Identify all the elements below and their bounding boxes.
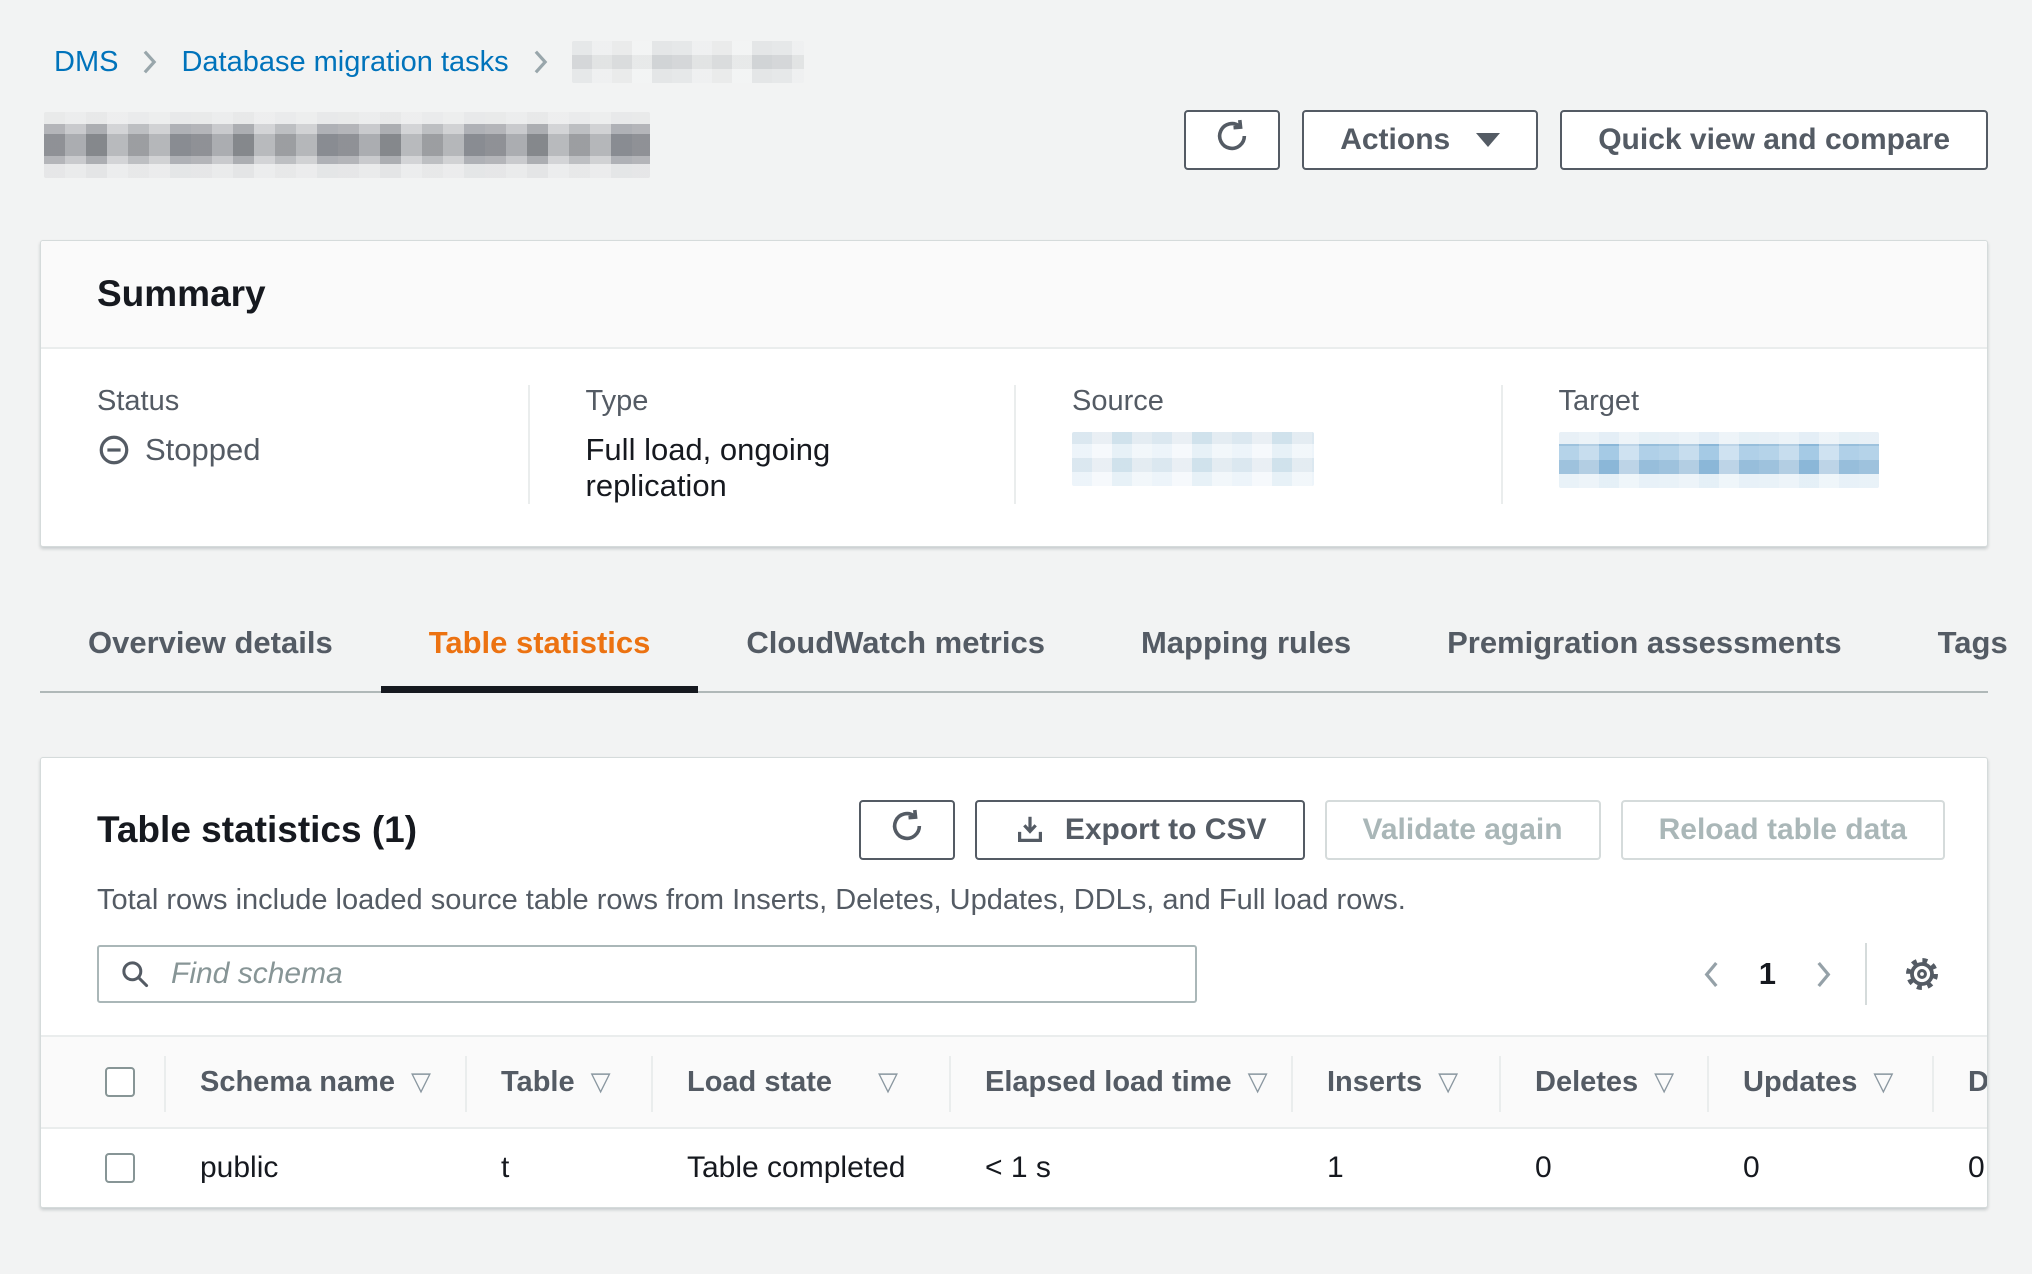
- caret-down-icon: [1476, 133, 1500, 147]
- select-all-checkbox[interactable]: [105, 1067, 135, 1097]
- status-value: Stopped: [97, 432, 472, 468]
- summary-card-header: Summary: [41, 241, 1987, 349]
- refresh-table-button[interactable]: [859, 800, 955, 860]
- table-statistics-toolbar: 1: [41, 943, 1987, 1005]
- cell-load-state: Table completed: [651, 1129, 949, 1207]
- cell-table: t: [465, 1129, 651, 1207]
- target-label: Target: [1559, 385, 1932, 418]
- sort-icon[interactable]: ▽: [1438, 1066, 1458, 1097]
- summary-source-field: Source: [1014, 385, 1501, 504]
- refresh-icon: [1213, 117, 1251, 163]
- actions-button[interactable]: Actions: [1302, 110, 1538, 170]
- column-header-schema-name[interactable]: Schema name▽: [164, 1037, 465, 1127]
- table-statistics-table: Schema name▽ Table▽ Load state▽ Elapsed …: [41, 1035, 1987, 1207]
- validate-again-button[interactable]: Validate again: [1325, 800, 1601, 860]
- summary-card: Summary Status Stopped Type Full load,: [40, 240, 1988, 547]
- status-label: Status: [97, 385, 472, 418]
- summary-title: Summary: [97, 273, 266, 314]
- row-checkbox[interactable]: [105, 1153, 135, 1183]
- export-button-label: Export to CSV: [1065, 813, 1267, 847]
- cell-deletes: 0: [1499, 1129, 1707, 1207]
- validate-button-label: Validate again: [1363, 813, 1563, 847]
- chevron-right-icon: [140, 48, 159, 76]
- table-row: public t Table completed < 1 s 1 0 0 0: [41, 1129, 1987, 1207]
- table-statistics-title: Table statistics (1): [97, 809, 417, 851]
- sort-icon[interactable]: ▽: [1654, 1066, 1674, 1097]
- find-schema-input[interactable]: [97, 945, 1197, 1003]
- reload-table-data-button[interactable]: Reload table data: [1621, 800, 1945, 860]
- gear-icon: [1901, 953, 1943, 995]
- status-text: Stopped: [145, 432, 261, 468]
- cell-updates: 0: [1707, 1129, 1932, 1207]
- row-select-cell: [41, 1129, 164, 1207]
- chevron-right-icon: [531, 48, 550, 76]
- column-header-updates[interactable]: Updates▽: [1707, 1037, 1932, 1127]
- sort-icon[interactable]: ▽: [878, 1066, 898, 1097]
- download-icon: [1013, 813, 1047, 847]
- refresh-icon: [888, 807, 926, 853]
- tab-cloudwatch-metrics[interactable]: CloudWatch metrics: [698, 605, 1093, 691]
- sort-icon[interactable]: ▽: [1248, 1066, 1268, 1097]
- schema-search: [97, 945, 1197, 1003]
- previous-page-button[interactable]: [1700, 959, 1723, 990]
- summary-type-field: Type Full load, ongoing replication: [528, 385, 1015, 504]
- summary-status-field: Status Stopped: [41, 385, 528, 504]
- redacted-page-title: [44, 112, 650, 178]
- reload-button-label: Reload table data: [1659, 813, 1907, 847]
- column-header-load-state[interactable]: Load state▽: [651, 1037, 949, 1127]
- table-settings-button[interactable]: [1901, 953, 1943, 995]
- breadcrumb: DMS Database migration tasks: [54, 40, 1988, 84]
- column-header-table[interactable]: Table▽: [465, 1037, 651, 1127]
- stopped-status-icon: [97, 433, 131, 467]
- sort-icon[interactable]: ▽: [1873, 1066, 1893, 1097]
- export-to-csv-button[interactable]: Export to CSV: [975, 800, 1305, 860]
- tab-premigration-assessments[interactable]: Premigration assessments: [1399, 605, 1890, 691]
- quick-view-and-compare-button[interactable]: Quick view and compare: [1560, 110, 1988, 170]
- cell-schema-name: public: [164, 1129, 465, 1207]
- quick-view-button-label: Quick view and compare: [1598, 123, 1950, 157]
- table-statistics-card: Table statistics (1): [40, 757, 1988, 1208]
- column-header-ddls[interactable]: DDLs▽: [1932, 1037, 1987, 1127]
- actions-button-label: Actions: [1340, 123, 1450, 157]
- cell-inserts: 1: [1291, 1129, 1499, 1207]
- pagination: 1: [1700, 943, 1943, 1005]
- dms-task-page: DMS Database migration tasks Actions: [0, 0, 2032, 1274]
- header-buttons: Actions Quick view and compare: [1184, 110, 1988, 170]
- redacted-source-endpoint-link[interactable]: [1072, 432, 1314, 486]
- page-number[interactable]: 1: [1753, 956, 1782, 992]
- breadcrumb-tasks-link[interactable]: Database migration tasks: [181, 46, 508, 79]
- table-statistics-buttons: Export to CSV Validate again Reload tabl…: [859, 800, 1945, 860]
- column-header-elapsed-load-time[interactable]: Elapsed load time▽: [949, 1037, 1291, 1127]
- cell-elapsed-load-time: < 1 s: [949, 1129, 1291, 1207]
- tab-overview-details[interactable]: Overview details: [40, 605, 381, 691]
- type-label: Type: [586, 385, 959, 418]
- pagination-divider: [1865, 943, 1867, 1005]
- column-header-deletes[interactable]: Deletes▽: [1499, 1037, 1707, 1127]
- column-header-inserts[interactable]: Inserts▽: [1291, 1037, 1499, 1127]
- next-page-button[interactable]: [1812, 959, 1835, 990]
- summary-target-field: Target: [1501, 385, 1988, 504]
- tab-tags[interactable]: Tags: [1890, 605, 2032, 691]
- tab-table-statistics[interactable]: Table statistics: [381, 605, 699, 691]
- page-header: Actions Quick view and compare: [40, 106, 1988, 178]
- cell-ddls: 0: [1932, 1129, 1987, 1207]
- table-statistics-description: Total rows include loaded source table r…: [41, 884, 1987, 917]
- task-detail-tabs: Overview details Table statistics CloudW…: [40, 605, 1988, 693]
- summary-body: Status Stopped Type Full load, ongoing r…: [41, 349, 1987, 546]
- type-value: Full load, ongoing replication: [586, 432, 959, 504]
- table-statistics-header: Table statistics (1): [41, 800, 1987, 860]
- breadcrumb-dms-link[interactable]: DMS: [54, 46, 118, 79]
- tab-mapping-rules[interactable]: Mapping rules: [1093, 605, 1399, 691]
- redacted-task-name-crumb: [572, 41, 804, 83]
- source-label: Source: [1072, 385, 1445, 418]
- select-all-cell: [41, 1037, 164, 1127]
- redacted-target-endpoint-link[interactable]: [1559, 432, 1879, 488]
- sort-icon[interactable]: ▽: [591, 1066, 611, 1097]
- sort-icon[interactable]: ▽: [411, 1066, 431, 1097]
- refresh-button[interactable]: [1184, 110, 1280, 170]
- table-header-row: Schema name▽ Table▽ Load state▽ Elapsed …: [41, 1035, 1987, 1129]
